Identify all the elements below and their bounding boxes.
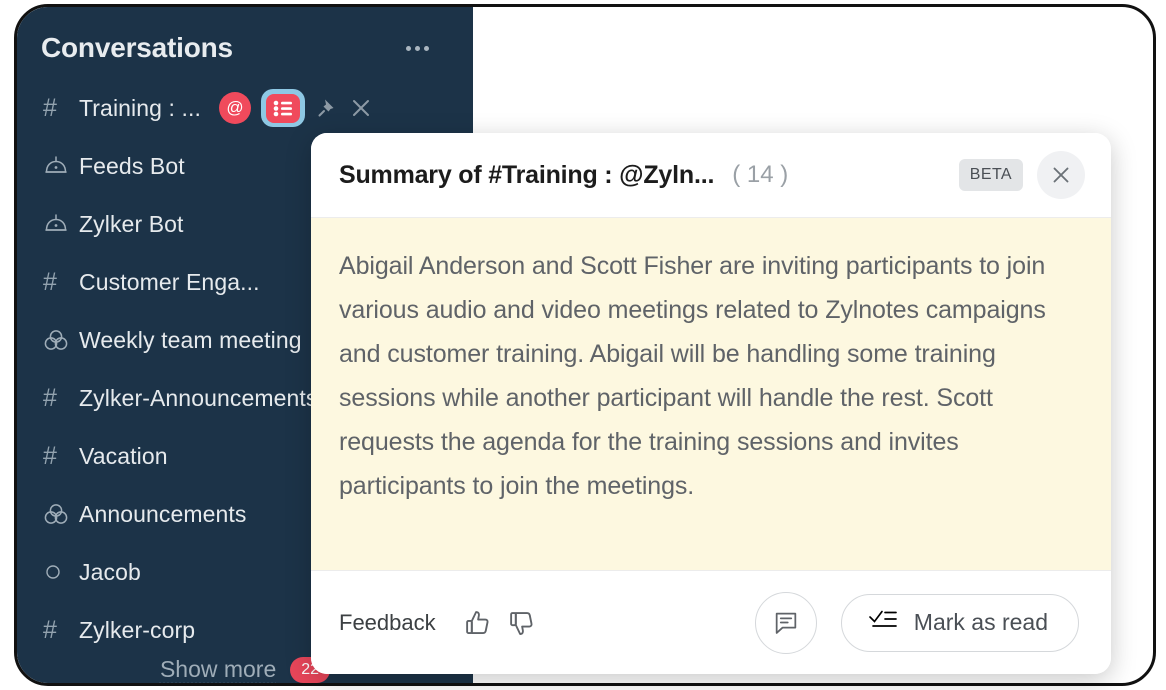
hash-icon: # — [43, 441, 57, 470]
sidebar-item-label: Feeds Bot — [79, 152, 185, 179]
sidebar-item-label: Zylker-Announcements — [79, 384, 318, 411]
sidebar-item-actions: @ — [218, 89, 373, 127]
summary-panel-footer: Feedback Mark as read — [311, 570, 1111, 674]
hash-icon: # — [43, 267, 57, 296]
sidebar-title: Conversations — [41, 32, 233, 63]
summary-panel-title: Summary of #Training : @Zyln... — [339, 160, 715, 189]
bot-icon — [43, 155, 79, 177]
sidebar-item-label: Zylker-corp — [79, 616, 196, 643]
sidebar-item-label: Training : ... — [79, 94, 201, 121]
thumbs-down-icon[interactable] — [500, 601, 544, 645]
show-more-label: Show more — [159, 656, 277, 682]
mention-badge[interactable]: @ — [218, 92, 251, 124]
channel-rings-icon — [43, 502, 79, 526]
summary-panel: Summary of #Training : @Zyln... ( 14 ) B… — [311, 133, 1111, 674]
hash-icon: # — [43, 383, 57, 412]
beta-badge: BETA — [958, 159, 1023, 191]
summary-panel-body: Abigail Anderson and Scott Fisher are in… — [311, 218, 1111, 570]
summary-text: Abigail Anderson and Scott Fisher are in… — [339, 252, 1046, 500]
summary-list-icon[interactable] — [260, 89, 305, 127]
sidebar-item-label: Vacation — [79, 442, 168, 469]
summary-panel-header: Summary of #Training : @Zyln... ( 14 ) B… — [311, 133, 1111, 218]
more-horizontal-icon[interactable] — [406, 45, 429, 51]
bot-icon — [43, 213, 79, 235]
sidebar-item-label: Weekly team meeting — [79, 326, 302, 353]
status-circle-icon — [43, 562, 79, 582]
comment-bubble-icon[interactable] — [754, 591, 817, 654]
sidebar-header: Conversations — [17, 7, 473, 69]
feedback-label: Feedback — [339, 609, 436, 635]
sidebar-item-label: Jacob — [79, 558, 141, 585]
sidebar-item-label: Customer Enga... — [79, 268, 260, 295]
mark-as-read-button[interactable]: Mark as read — [840, 593, 1079, 652]
sidebar-item-label: Zylker Bot — [79, 210, 184, 237]
summary-list-glyph — [265, 93, 300, 123]
thumbs-up-icon[interactable] — [456, 601, 500, 645]
hash-icon: # — [43, 93, 57, 122]
hash-icon: # — [43, 615, 57, 644]
mark-as-read-label: Mark as read — [913, 609, 1048, 635]
app-root: Conversations # Training : ... @ Feeds B… — [0, 0, 1166, 690]
close-icon[interactable] — [1037, 151, 1085, 199]
sidebar-item-training[interactable]: # Training : ... @ — [17, 79, 473, 137]
channel-rings-icon — [43, 328, 79, 352]
sidebar-item-label: Announcements — [79, 500, 247, 527]
checklist-icon — [868, 608, 898, 637]
pin-icon[interactable] — [315, 96, 339, 120]
close-icon[interactable] — [349, 96, 373, 120]
summary-message-count: ( 14 ) — [732, 161, 789, 188]
